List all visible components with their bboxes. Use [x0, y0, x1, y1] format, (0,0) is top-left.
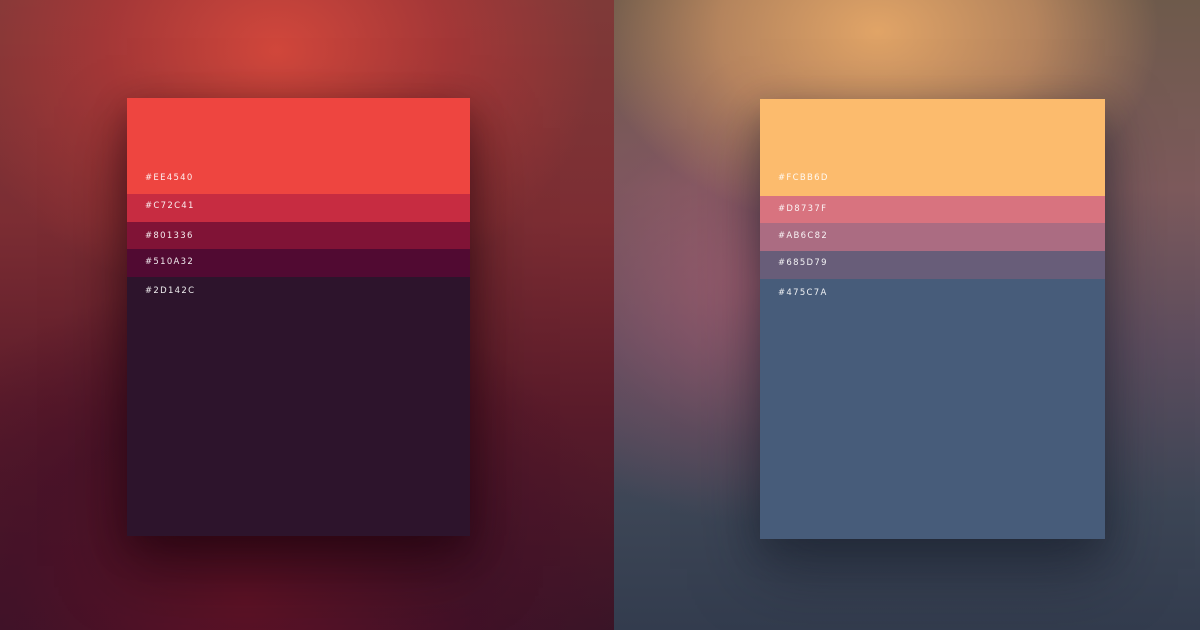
hex-code-label: #510A32 — [145, 257, 195, 267]
hex-code-label: #801336 — [145, 231, 194, 241]
hex-code-label: #C72C41 — [145, 201, 195, 211]
hex-code-label: #AB6C82 — [778, 231, 829, 241]
swatch: #801336 — [127, 222, 470, 249]
swatch: #685D79 — [760, 251, 1105, 279]
hex-code-label: #685D79 — [778, 258, 828, 268]
left-panel: #EE4540 #C72C41 #801336 #510A32 #2D142C — [0, 0, 614, 630]
right-panel: #FCBB6D #D8737F #AB6C82 #685D79 #475C7A — [614, 0, 1200, 630]
hex-code-label: #EE4540 — [145, 173, 194, 183]
palette-showcase: #EE4540 #C72C41 #801336 #510A32 #2D142C … — [0, 0, 1200, 630]
hex-code-label: #2D142C — [145, 286, 196, 296]
swatch: #D8737F — [760, 196, 1105, 223]
palette-card-sunset: #FCBB6D #D8737F #AB6C82 #685D79 #475C7A — [760, 99, 1105, 539]
palette-card-red: #EE4540 #C72C41 #801336 #510A32 #2D142C — [127, 98, 470, 536]
swatch: #2D142C — [127, 277, 470, 536]
swatch: #C72C41 — [127, 194, 470, 222]
swatch: #475C7A — [760, 279, 1105, 539]
swatch: #510A32 — [127, 249, 470, 277]
swatch: #FCBB6D — [760, 99, 1105, 196]
hex-code-label: #FCBB6D — [778, 173, 829, 183]
hex-code-label: #475C7A — [778, 288, 828, 298]
hex-code-label: #D8737F — [778, 204, 828, 214]
swatch: #EE4540 — [127, 98, 470, 194]
swatch: #AB6C82 — [760, 223, 1105, 251]
